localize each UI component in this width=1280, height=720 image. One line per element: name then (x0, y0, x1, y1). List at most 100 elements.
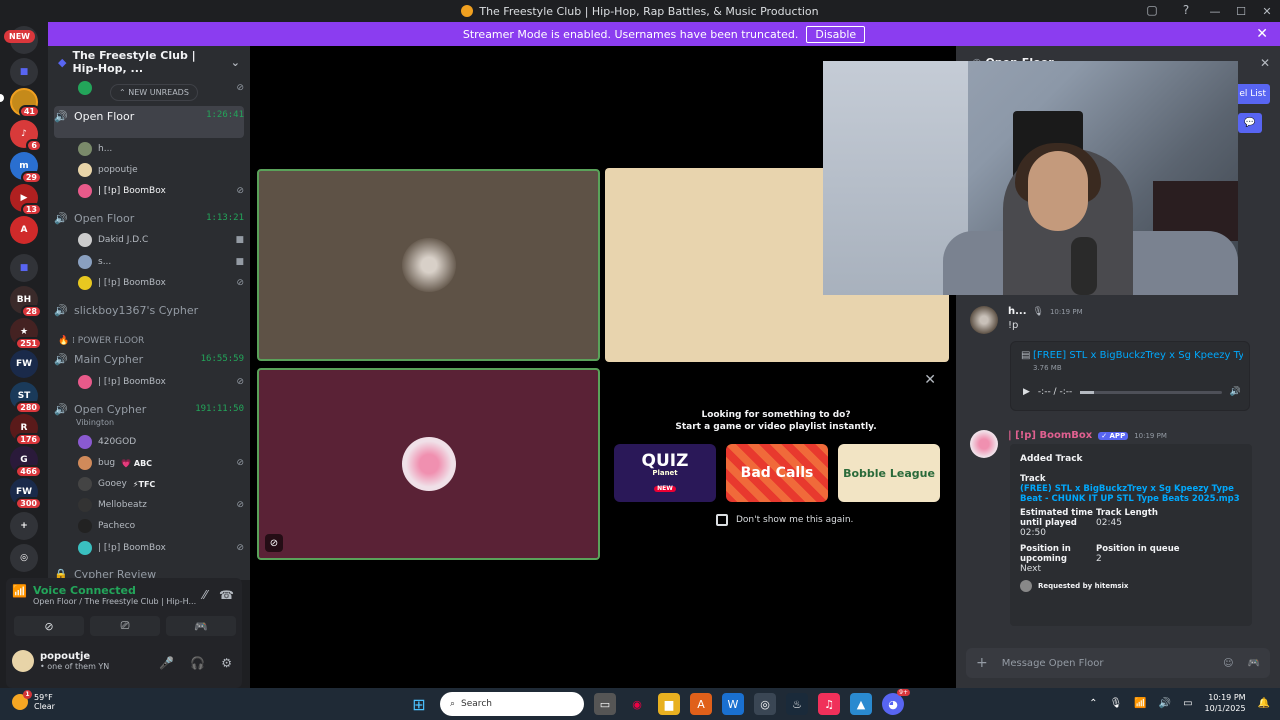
new-unreads-pill[interactable]: ⌃ NEW UNREADS (110, 84, 198, 101)
steam-icon[interactable]: ♨ (786, 693, 808, 715)
server-icon-7[interactable]: ★ 251 (10, 318, 42, 350)
game-card-bad-calls[interactable]: Bad Calls (726, 444, 828, 502)
game-card-quiz[interactable]: QUIZ Planet NEW (614, 444, 716, 502)
disable-streamer-button[interactable]: Disable (806, 25, 866, 43)
server-icon-5[interactable]: A (10, 216, 38, 244)
server-icon-freestyle[interactable]: 41 (10, 88, 40, 118)
seek-bar[interactable] (1080, 390, 1222, 394)
discord-icon[interactable]: ◕ 9+ (882, 689, 910, 715)
dont-show-checkbox[interactable]: Don't show me this again. (716, 514, 853, 526)
server-icon-11[interactable]: G 466 (10, 446, 42, 478)
camera-popout[interactable] (823, 61, 1238, 295)
server-icon-10[interactable]: R 176 (10, 414, 42, 446)
game-card-bobble-league[interactable]: Bobble League (838, 444, 940, 502)
server-icon-6[interactable]: BH 28 (10, 286, 42, 318)
notifications-icon[interactable]: 🔔 (1258, 698, 1270, 709)
chrome-icon[interactable]: ◎ (754, 693, 776, 715)
server-icon-9[interactable]: ST 280 (10, 382, 42, 414)
emoji-icon[interactable]: ☺ (1223, 658, 1233, 669)
clock[interactable]: 10:19 PM 10/1/2025 (1205, 692, 1246, 714)
battery-icon[interactable]: ▭ (1183, 698, 1192, 709)
server-icon-2[interactable]: ♪ 6 (10, 120, 42, 152)
message-author[interactable]: | [!p] BoomBox (1008, 430, 1092, 441)
message-avatar[interactable] (970, 306, 998, 334)
voice-channel-open-cypher[interactable]: 🔊 Open Cypher 191:11:50 (54, 399, 244, 419)
voice-user[interactable]: s... (98, 257, 111, 267)
wifi-icon[interactable]: 📶 (1134, 698, 1146, 709)
server-icon-4[interactable]: ▶ 13 (10, 184, 42, 216)
voice-user[interactable]: h... (98, 144, 112, 154)
voice-user[interactable]: | [!p] BoomBox (98, 377, 166, 387)
add-attachment-icon[interactable]: + (976, 655, 988, 671)
volume-icon[interactable]: 🔊 (1159, 698, 1171, 709)
voice-user[interactable]: Dakid J.D.C (98, 235, 148, 245)
message-composer[interactable]: + Message Open Floor ☺ 🎮 (966, 648, 1270, 678)
maximize-button[interactable]: ☐ (1228, 0, 1254, 22)
disconnect-icon[interactable]: ☎ (219, 588, 234, 602)
server-icon-3[interactable]: m 29 (10, 152, 42, 184)
settings-icon[interactable]: ⚙ (221, 656, 232, 670)
volume-icon[interactable]: 🔊 (1230, 387, 1241, 397)
music-icon[interactable]: ♫ (818, 693, 840, 715)
participant-tile[interactable] (257, 169, 600, 361)
app-icon[interactable]: ◉ (626, 693, 648, 715)
play-icon[interactable]: ▶ (1023, 387, 1030, 397)
taskbar-search[interactable]: ⌕ Search (440, 692, 584, 716)
help-icon[interactable]: ? (1178, 2, 1194, 18)
file-name[interactable]: [FREE] STL x BigBuckzTrey x Sg Kpeezy Ty… (1033, 350, 1243, 361)
close-window-button[interactable]: ✕ (1254, 0, 1280, 22)
voice-user[interactable]: popoutje (98, 165, 138, 175)
chat-button[interactable]: 💬 (1238, 113, 1262, 133)
voice-user[interactable]: 420GOD (98, 437, 136, 447)
checkbox[interactable] (716, 514, 728, 526)
gamepad-icon[interactable]: 🎮 (1248, 658, 1260, 669)
track-link[interactable]: (FREE) STL x BigBuckzTrey x Sg Kpeezy Ty… (1020, 484, 1242, 504)
add-server-icon[interactable]: + (10, 512, 38, 540)
voice-user[interactable]: bug (98, 458, 115, 468)
activity-button[interactable]: 🎮 (166, 616, 236, 636)
home-button[interactable]: NEW (4, 26, 38, 54)
close-banner-icon[interactable]: ✕ (1256, 26, 1268, 42)
headphones-icon[interactable]: 🎧 (190, 656, 205, 670)
task-view-icon[interactable]: ▭ (594, 693, 616, 715)
voice-user[interactable]: Pacheco (98, 521, 135, 531)
voice-user[interactable]: Gooey (98, 479, 127, 489)
message-author[interactable]: h... (1008, 306, 1027, 317)
server-icon-8[interactable]: FW (10, 350, 38, 378)
close-chat-icon[interactable]: ✕ (1260, 56, 1270, 70)
noise-suppression-icon[interactable]: ⁄⁄ (203, 588, 207, 602)
category-power-floor[interactable]: 🔥 ⁞ POWER FLOOR (58, 336, 144, 346)
weather-widget[interactable]: 1 59°F Clear (12, 690, 55, 711)
minimize-button[interactable]: — (1202, 0, 1228, 22)
server-header[interactable]: ◆ The Freestyle Club | Hip-Hop, ... ⌄ (48, 46, 250, 78)
photos-icon[interactable]: ▲ (850, 693, 872, 715)
discover-icon[interactable]: ◎ (10, 544, 38, 572)
mic-icon[interactable]: 🎙 (1109, 698, 1122, 709)
close-icon[interactable]: ✕ (924, 372, 936, 388)
user-area[interactable]: popoutje • one of them YN (12, 650, 109, 672)
app-icon[interactable]: A (690, 693, 712, 715)
participant-tile[interactable]: ⊘ (257, 368, 600, 560)
mic-icon[interactable]: 🎤 (159, 656, 174, 670)
chevron-up-icon[interactable]: ⌃ (1089, 698, 1097, 709)
start-icon[interactable]: ⊞ (408, 693, 430, 715)
voice-user[interactable]: Mellobeatz (98, 500, 147, 510)
server-icon-12[interactable]: FW 300 (10, 478, 42, 510)
folder-icon[interactable]: ■ (10, 58, 38, 86)
message-input[interactable]: Message Open Floor (1002, 658, 1209, 669)
inbox-icon[interactable]: ▢ (1144, 2, 1160, 18)
voice-user[interactable]: | [!p] BoomBox (98, 543, 166, 553)
voice-user[interactable]: | [!p] BoomBox (98, 186, 166, 196)
folder-icon[interactable]: ■ (10, 254, 38, 282)
camera-off-button[interactable]: ⊘ (14, 616, 84, 636)
voice-channel-main-cypher[interactable]: 🔊 Main Cypher 16:55:59 (54, 349, 244, 369)
screen-share-button[interactable]: ⎚ (90, 616, 160, 636)
voice-location[interactable]: Open Floor / The Freestyle Club | Hip-H.… (33, 597, 196, 606)
voice-user[interactable]: | [!p] BoomBox (98, 278, 166, 288)
voice-channel-open-floor[interactable]: 🔊 Open Floor 1:26:41 (54, 106, 244, 138)
app-icon[interactable]: W (722, 693, 744, 715)
voice-channel-open-floor-2[interactable]: 🔊 Open Floor 1:13:21 (54, 208, 244, 228)
file-explorer-icon[interactable]: ▆ (658, 693, 680, 715)
message-avatar[interactable] (970, 430, 998, 458)
voice-channel-cypher[interactable]: 🔊 slickboy1367's Cypher (54, 300, 244, 320)
